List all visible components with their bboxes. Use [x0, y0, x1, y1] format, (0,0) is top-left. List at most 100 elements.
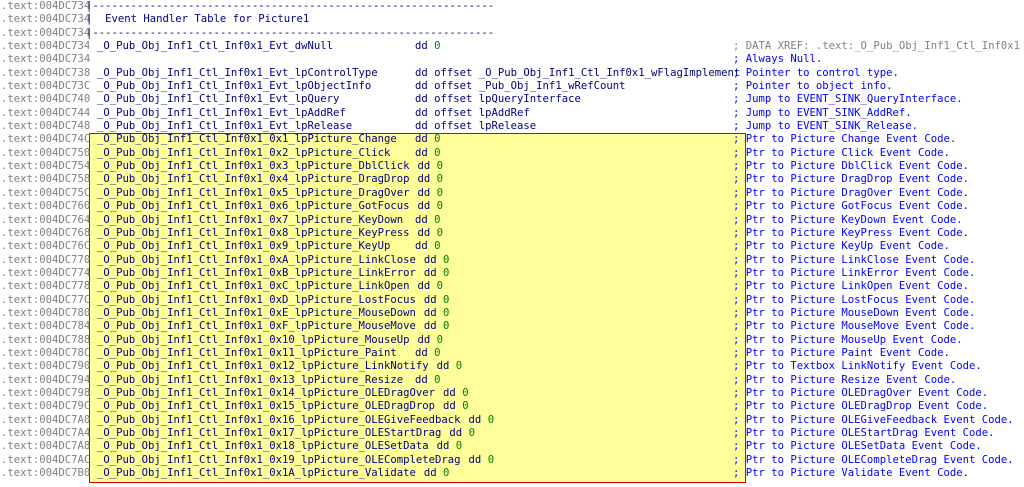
instruction-operand: dd 0	[424, 294, 450, 307]
symbol-label[interactable]: _O_Pub_Obj_Inf1_Ctl_Inf0x1_0xB_lpPicture…	[97, 267, 416, 280]
symbol-label[interactable]: _O_Pub_Obj_Inf1_Ctl_Inf0x1_0xE_lpPicture…	[97, 307, 416, 320]
line-comment: ; Jump to EVENT_SINK_QueryInterface.	[733, 93, 963, 106]
listing-line[interactable]: .text:004DC748 _O_Pub_Obj_Inf1_Ctl_Inf0x1…	[0, 120, 1024, 133]
listing-line[interactable]: .text:004DC780 _O_Pub_Obj_Inf1_Ctl_Inf0x1…	[0, 307, 1024, 320]
listing-line[interactable]: .text:004DC760 _O_Pub_Obj_Inf1_Ctl_Inf0x1…	[0, 200, 1024, 213]
listing-line[interactable]: .text:004DC74C _O_Pub_Obj_Inf1_Ctl_Inf0x1…	[0, 133, 1024, 146]
listing-line[interactable]: .text:004DC764 _O_Pub_Obj_Inf1_Ctl_Inf0x1…	[0, 214, 1024, 227]
symbol-label[interactable]: _O_Pub_Obj_Inf1_Ctl_Inf0x1_0x17_lpPictur…	[97, 427, 441, 440]
numeric-value: 0	[434, 373, 441, 386]
xref-comment[interactable]: ; DATA XREF: .text:_O_Pub_Obj_Inf1_Ctl_I…	[733, 40, 1020, 53]
symbol-label[interactable]: _O_Pub_Obj_Inf1_Ctl_Inf0x1_0xD_lpPicture…	[97, 294, 416, 307]
instruction-operand: dd 0	[469, 454, 495, 467]
listing-line[interactable]: .text:004DC778 _O_Pub_Obj_Inf1_Ctl_Inf0x1…	[0, 280, 1024, 293]
symbol-label[interactable]: _O_Pub_Obj_Inf1_Ctl_Inf0x1_0x1_lpPicture…	[97, 133, 397, 146]
line-address: .text:004DC754	[1, 160, 91, 173]
listing-line[interactable]: .text:004DC7A4 _O_Pub_Obj_Inf1_Ctl_Inf0x1…	[0, 427, 1024, 440]
symbol-label[interactable]: _O_Pub_Obj_Inf1_Ctl_Inf0x1_0x5_lpPicture…	[97, 187, 410, 200]
symbol-label[interactable]: _O_Pub_Obj_Inf1_Ctl_Inf0x1_Evt_lpAddRef	[97, 107, 346, 120]
line-comment: ; Ptr to Picture KeyUp Event Code.	[733, 240, 950, 253]
line-address: .text:004DC7AC	[1, 453, 91, 466]
symbol-label[interactable]: _O_Pub_Obj_Inf1_Ctl_Inf0x1_0x19_lpPictur…	[97, 454, 461, 467]
symbol-label[interactable]: _O_Pub_Obj_Inf1_Ctl_Inf0x1_0xF_lpPicture…	[97, 320, 416, 333]
symbol-label[interactable]: _O_Pub_Obj_Inf1_Ctl_Inf0x1_0x9_lpPicture…	[97, 240, 390, 253]
numeric-value: 0	[434, 133, 441, 146]
listing-line[interactable]: .text:004DC78C _O_Pub_Obj_Inf1_Ctl_Inf0x1…	[0, 347, 1024, 360]
listing-line[interactable]: .text:004DC734 |-------------------------…	[0, 27, 1024, 40]
listing-line[interactable]: .text:004DC754 _O_Pub_Obj_Inf1_Ctl_Inf0x1…	[0, 160, 1024, 173]
listing-line[interactable]: .text:004DC750 _O_Pub_Obj_Inf1_Ctl_Inf0x1…	[0, 147, 1024, 160]
symbol-label[interactable]: _O_Pub_Obj_Inf1_Ctl_Inf0x1_Evt_dwNull	[97, 40, 333, 53]
instruction-operand: dd 0	[424, 267, 450, 280]
symbol-label[interactable]: _O_Pub_Obj_Inf1_Ctl_Inf0x1_0x10_lpPictur…	[97, 334, 410, 347]
instruction-operand: dd 0	[469, 414, 495, 427]
listing-line[interactable]: .text:004DC7A0 _O_Pub_Obj_Inf1_Ctl_Inf0x1…	[0, 414, 1024, 427]
line-comment: ; Ptr to Picture OLEStartDrag Event Code…	[733, 427, 995, 439]
symbol-label[interactable]: _O_Pub_Obj_Inf1_Ctl_Inf0x1_0x11_lpPictur…	[97, 347, 397, 360]
listing-line[interactable]: .text:004DC7B0 _O_Pub_Obj_Inf1_Ctl_Inf0x1…	[0, 467, 1024, 480]
listing-line[interactable]: .text:004DC77C _O_Pub_Obj_Inf1_Ctl_Inf0x1…	[0, 294, 1024, 307]
symbol-label[interactable]: _O_Pub_Obj_Inf1_Ctl_Inf0x1_0x16_lpPictur…	[97, 414, 461, 427]
instruction-operand: dd offset lpQueryInterface	[415, 93, 581, 106]
symbol-label[interactable]: _O_Pub_Obj_Inf1_Ctl_Inf0x1_Evt_lpRelease	[97, 120, 352, 133]
symbol-label[interactable]: _O_Pub_Obj_Inf1_Ctl_Inf0x1_Evt_lpObjectI…	[97, 80, 371, 93]
symbol-label[interactable]: _O_Pub_Obj_Inf1_Ctl_Inf0x1_0x8_lpPicture…	[97, 227, 410, 240]
listing-line[interactable]: .text:004DC744 _O_Pub_Obj_Inf1_Ctl_Inf0x1…	[0, 107, 1024, 120]
line-address: .text:004DC758	[1, 173, 91, 186]
listing-line[interactable]: .text:004DC790 _O_Pub_Obj_Inf1_Ctl_Inf0x1…	[0, 360, 1024, 373]
listing-line[interactable]: .text:004DC784 _O_Pub_Obj_Inf1_Ctl_Inf0x1…	[0, 320, 1024, 333]
numeric-value: 0	[436, 186, 444, 199]
line-comment: ; Ptr to Picture GotFocus Event Code.	[733, 200, 969, 213]
directive-text: dd offset _Pub_Obj_Inf1_wRefCount	[415, 80, 626, 93]
symbol-label[interactable]: _O_Pub_Obj_Inf1_Ctl_Inf0x1_0x1A_lpPictur…	[97, 467, 416, 480]
symbol-label[interactable]: _O_Pub_Obj_Inf1_Ctl_Inf0x1_0x18_lpPictur…	[97, 440, 429, 453]
listing-line[interactable]: .text:004DC774 _O_Pub_Obj_Inf1_Ctl_Inf0x1…	[0, 267, 1024, 280]
listing-line[interactable]: .text:004DC79C _O_Pub_Obj_Inf1_Ctl_Inf0x1…	[0, 400, 1024, 413]
symbol-label[interactable]: _O_Pub_Obj_Inf1_Ctl_Inf0x1_0x15_lpPictur…	[97, 400, 435, 413]
listing-line[interactable]: .text:004DC73C _O_Pub_Obj_Inf1_Ctl_Inf0x1…	[0, 80, 1024, 93]
listing-line[interactable]: .text:004DC734 ; Always Null.	[0, 53, 1024, 66]
symbol-label[interactable]: _O_Pub_Obj_Inf1_Ctl_Inf0x1_0xC_lpPicture…	[97, 280, 410, 293]
listing-line[interactable]: .text:004DC788 _O_Pub_Obj_Inf1_Ctl_Inf0x1…	[0, 334, 1024, 347]
line-comment: ; Pointer to object info.	[733, 80, 893, 93]
listing-line[interactable]: .text:004DC76C _O_Pub_Obj_Inf1_Ctl_Inf0x1…	[0, 240, 1024, 253]
directive-text: dd	[415, 373, 435, 386]
symbol-label[interactable]: _O_Pub_Obj_Inf1_Ctl_Inf0x1_Evt_lpQuery	[97, 93, 339, 106]
symbol-label[interactable]: _O_Pub_Obj_Inf1_Ctl_Inf0x1_0xA_lpPicture…	[97, 254, 416, 267]
line-comment: ; Ptr to Picture OLEGiveFeedback Event C…	[733, 413, 1014, 426]
numeric-value: 0	[434, 240, 441, 253]
listing-line[interactable]: .text:004DC734 |-------------------------…	[0, 0, 1024, 13]
directive-text: dd	[417, 173, 437, 186]
listing-line[interactable]: .text:004DC794 _O_Pub_Obj_Inf1_Ctl_Inf0x1…	[0, 374, 1024, 387]
symbol-label[interactable]: _O_Pub_Obj_Inf1_Ctl_Inf0x1_0x3_lpPicture…	[97, 160, 410, 173]
symbol-label[interactable]: _O_Pub_Obj_Inf1_Ctl_Inf0x1_0x13_lpPictur…	[97, 374, 403, 387]
listing-line[interactable]: .text:004DC740 _O_Pub_Obj_Inf1_Ctl_Inf0x1…	[0, 93, 1024, 106]
listing-line[interactable]: .text:004DC758 _O_Pub_Obj_Inf1_Ctl_Inf0x1…	[0, 173, 1024, 186]
symbol-label[interactable]: _O_Pub_Obj_Inf1_Ctl_Inf0x1_0x6_lpPicture…	[97, 200, 410, 213]
listing-line[interactable]: .text:004DC798 _O_Pub_Obj_Inf1_Ctl_Inf0x1…	[0, 387, 1024, 400]
listing-line[interactable]: .text:004DC75C _O_Pub_Obj_Inf1_Ctl_Inf0x1…	[0, 187, 1024, 200]
numeric-value: 0	[487, 453, 495, 466]
symbol-label[interactable]: _O_Pub_Obj_Inf1_Ctl_Inf0x1_0x4_lpPicture…	[97, 173, 410, 186]
listing-line[interactable]: .text:004DC7AC _O_Pub_Obj_Inf1_Ctl_Inf0x1…	[0, 454, 1024, 467]
directive-text: dd	[423, 253, 444, 266]
instruction-operand: dd 0	[424, 467, 450, 480]
line-comment: ; Ptr to Picture MouseDown Event Code.	[733, 306, 976, 319]
symbol-label[interactable]: _O_Pub_Obj_Inf1_Ctl_Inf0x1_0x2_lpPicture…	[97, 147, 390, 160]
symbol-label[interactable]: _O_Pub_Obj_Inf1_Ctl_Inf0x1_0x14_lpPictur…	[97, 387, 435, 400]
line-comment: ; Ptr to Picture LinkClose Event Code.	[733, 253, 976, 266]
line-comment: ; Ptr to Picture Change Event Code.	[733, 133, 957, 146]
listing-line[interactable]: .text:004DC734 _O_Pub_Obj_Inf1_Ctl_Inf0x1…	[0, 40, 1024, 53]
instruction-operand: dd 0	[449, 427, 475, 440]
listing-line[interactable]: .text:004DC738 _O_Pub_Obj_Inf1_Ctl_Inf0x1…	[0, 67, 1024, 80]
symbol-label[interactable]: _O_Pub_Obj_Inf1_Ctl_Inf0x1_Evt_lpControl…	[97, 67, 378, 80]
symbol-label[interactable]: _O_Pub_Obj_Inf1_Ctl_Inf0x1_0x7_lpPicture…	[97, 214, 403, 227]
instruction-operand: dd offset _Pub_Obj_Inf1_wRefCount	[415, 80, 625, 93]
numeric-value: 0	[434, 346, 441, 359]
listing-line[interactable]: .text:004DC768 _O_Pub_Obj_Inf1_Ctl_Inf0x1…	[0, 227, 1024, 240]
numeric-value: 0	[436, 226, 444, 239]
symbol-label[interactable]: _O_Pub_Obj_Inf1_Ctl_Inf0x1_0x12_lpPictur…	[97, 360, 429, 373]
listing-line[interactable]: .text:004DC770 _O_Pub_Obj_Inf1_Ctl_Inf0x1…	[0, 254, 1024, 267]
listing-line[interactable]: .text:004DC734 | Event Handler Table for …	[0, 13, 1024, 26]
listing-line[interactable]: .text:004DC7A8 _O_Pub_Obj_Inf1_Ctl_Inf0x1…	[0, 440, 1024, 453]
